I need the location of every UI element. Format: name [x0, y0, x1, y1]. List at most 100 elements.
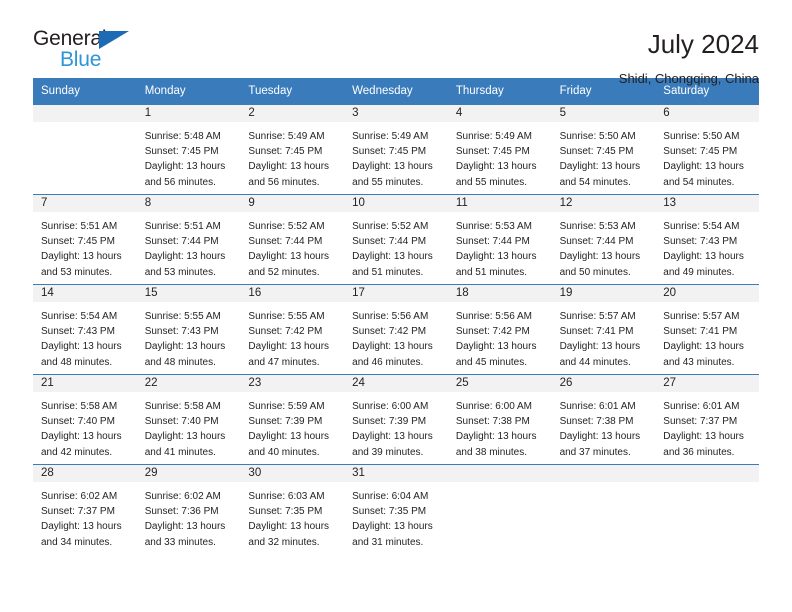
- day-cell[interactable]: 21 Sunrise: 5:58 AM Sunset: 7:40 PM Dayligh…: [33, 374, 137, 464]
- day-cell[interactable]: 14 Sunrise: 5:54 AM Sunset: 7:43 PM Dayligh…: [33, 284, 137, 374]
- daylight-duration-line1: Daylight: 13 hours: [248, 341, 330, 353]
- day-cell[interactable]: 5 Sunrise: 5:50 AM Sunset: 7:45 PM Daylight…: [551, 104, 656, 194]
- day-cell[interactable]: 17 Sunrise: 5:56 AM Sunset: 7:42 PM Dayligh…: [344, 284, 448, 374]
- day-number-band: 22: [136, 374, 241, 392]
- day-cell[interactable]: 4 Sunrise: 5:49 AM Sunset: 7:45 PM Daylight…: [447, 104, 552, 194]
- daylight-duration-line1: Daylight: 13 hours: [352, 521, 433, 533]
- sunrise-time: Sunrise: 5:50 AM: [559, 130, 636, 142]
- day-number-band: [33, 104, 137, 122]
- sunrise-time: Sunrise: 5:57 AM: [663, 310, 740, 322]
- day-cell[interactable]: 12 Sunrise: 5:53 AM Sunset: 7:44 PM Dayligh…: [551, 194, 656, 284]
- day-cell[interactable]: 10 Sunrise: 5:52 AM Sunset: 7:44 PM Dayligh…: [344, 194, 448, 284]
- daylight-duration-line2: and 45 minutes.: [455, 356, 528, 368]
- sunset-time: Sunset: 7:45 PM: [663, 146, 738, 158]
- daylight-duration-line1: Daylight: 13 hours: [559, 251, 641, 263]
- day-details: Sunrise: 5:58 AM Sunset: 7:40 PM Daylight:…: [33, 392, 137, 460]
- day-details: Sunrise: 5:53 AM Sunset: 7:44 PM Daylight:…: [552, 212, 656, 280]
- sunrise-time: Sunrise: 5:48 AM: [144, 130, 221, 142]
- day-number: 23: [248, 376, 262, 389]
- day-number: 12: [559, 196, 573, 209]
- day-cell[interactable]: 22 Sunrise: 5:58 AM Sunset: 7:40 PM Dayligh…: [136, 374, 241, 464]
- day-number-band: 8: [136, 194, 241, 212]
- sunset-time: Sunset: 7:42 PM: [352, 326, 427, 338]
- day-cell[interactable]: 31 Sunrise: 6:04 AM Sunset: 7:35 PM Dayligh…: [344, 464, 448, 554]
- day-details: Sunrise: 5:56 AM Sunset: 7:42 PM Daylight:…: [344, 302, 448, 370]
- day-number-band: [551, 464, 656, 482]
- calendar-week-row: 7 Sunrise: 5:51 AM Sunset: 7:45 PM Daylight…: [33, 193, 759, 284]
- day-details: Sunrise: 5:57 AM Sunset: 7:41 PM Daylight:…: [552, 302, 656, 370]
- sunset-time: Sunset: 7:44 PM: [559, 236, 634, 248]
- day-details: Sunrise: 5:59 AM Sunset: 7:39 PM Daylight:…: [240, 392, 344, 460]
- day-cell[interactable]: 26 Sunrise: 6:01 AM Sunset: 7:38 PM Dayligh…: [551, 374, 656, 464]
- sunrise-time: Sunrise: 5:52 AM: [248, 220, 325, 232]
- day-number: 7: [41, 196, 48, 209]
- day-details: Sunrise: 5:50 AM Sunset: 7:45 PM Daylight:…: [655, 122, 759, 190]
- day-cell[interactable]: 6 Sunrise: 5:50 AM Sunset: 7:45 PM Daylight…: [655, 104, 759, 194]
- sunset-time: Sunset: 7:40 PM: [144, 416, 219, 428]
- day-number: 15: [144, 286, 158, 299]
- day-cell[interactable]: 30 Sunrise: 6:03 AM Sunset: 7:35 PM Dayligh…: [240, 464, 345, 554]
- sunset-time: Sunset: 7:37 PM: [41, 506, 115, 518]
- day-cell-empty: [551, 464, 656, 554]
- sunset-time: Sunset: 7:45 PM: [248, 146, 323, 158]
- day-cell-empty: [655, 464, 759, 554]
- daylight-duration-line2: and 54 minutes.: [559, 176, 631, 188]
- daylight-duration-line2: and 48 minutes.: [41, 356, 113, 368]
- day-cell[interactable]: 13 Sunrise: 5:54 AM Sunset: 7:43 PM Dayligh…: [655, 194, 759, 284]
- sunset-time: Sunset: 7:45 PM: [144, 146, 219, 158]
- daylight-duration-line1: Daylight: 13 hours: [352, 161, 433, 173]
- day-number-band: 5: [551, 104, 656, 122]
- day-details: Sunrise: 5:51 AM Sunset: 7:44 PM Daylight:…: [137, 212, 241, 280]
- daylight-duration-line2: and 51 minutes.: [352, 266, 424, 278]
- sunrise-time: Sunrise: 6:02 AM: [41, 490, 118, 502]
- day-cell[interactable]: 16 Sunrise: 5:55 AM Sunset: 7:42 PM Dayligh…: [240, 284, 345, 374]
- day-number-band: 24: [344, 374, 448, 392]
- daylight-duration-line1: Daylight: 13 hours: [455, 251, 537, 263]
- day-number: 21: [41, 376, 54, 389]
- day-cell[interactable]: 27 Sunrise: 6:01 AM Sunset: 7:37 PM Dayligh…: [655, 374, 759, 464]
- day-cell[interactable]: 8 Sunrise: 5:51 AM Sunset: 7:44 PM Daylight…: [136, 194, 241, 284]
- day-cell[interactable]: 18 Sunrise: 5:56 AM Sunset: 7:42 PM Dayligh…: [447, 284, 552, 374]
- day-number: 22: [144, 376, 158, 389]
- day-details: Sunrise: 5:55 AM Sunset: 7:42 PM Daylight:…: [240, 302, 344, 370]
- day-cell[interactable]: 15 Sunrise: 5:55 AM Sunset: 7:43 PM Dayligh…: [136, 284, 241, 374]
- daylight-duration-line1: Daylight: 13 hours: [455, 161, 537, 173]
- weekday-header-row: Sunday Monday Tuesday Wednesday Thursday…: [33, 78, 759, 105]
- day-number: 14: [41, 286, 54, 299]
- daylight-duration-line2: and 33 minutes.: [144, 536, 216, 548]
- day-cell[interactable]: 20 Sunrise: 5:57 AM Sunset: 7:41 PM Dayligh…: [655, 284, 759, 374]
- sunrise-time: Sunrise: 6:00 AM: [455, 400, 532, 412]
- sunset-time: Sunset: 7:39 PM: [352, 416, 427, 428]
- day-cell[interactable]: 29 Sunrise: 6:02 AM Sunset: 7:36 PM Dayligh…: [136, 464, 241, 554]
- day-number: 24: [352, 376, 365, 389]
- day-number-band: 20: [655, 284, 759, 302]
- calendar-page: General Blue July 2024 Shidi, Chongqing,…: [0, 0, 792, 612]
- sunrise-time: Sunrise: 5:54 AM: [663, 220, 740, 232]
- day-cell[interactable]: 25 Sunrise: 6:00 AM Sunset: 7:38 PM Dayligh…: [447, 374, 552, 464]
- day-cell[interactable]: 3 Sunrise: 5:49 AM Sunset: 7:45 PM Daylight…: [344, 104, 448, 194]
- day-cell[interactable]: 2 Sunrise: 5:49 AM Sunset: 7:45 PM Daylight…: [240, 104, 345, 194]
- day-cell[interactable]: 28 Sunrise: 6:02 AM Sunset: 7:37 PM Dayligh…: [33, 464, 137, 554]
- daylight-duration-line2: and 56 minutes.: [248, 176, 320, 188]
- daylight-duration-line1: Daylight: 13 hours: [559, 341, 641, 353]
- daylight-duration-line1: Daylight: 13 hours: [248, 251, 330, 263]
- day-number-band: 15: [136, 284, 241, 302]
- daylight-duration-line2: and 47 minutes.: [248, 356, 320, 368]
- daylight-duration-line1: Daylight: 13 hours: [41, 521, 122, 533]
- day-cell[interactable]: 1 Sunrise: 5:48 AM Sunset: 7:45 PM Daylight…: [136, 104, 241, 194]
- sunset-time: Sunset: 7:45 PM: [41, 236, 115, 248]
- daylight-duration-line1: Daylight: 13 hours: [559, 161, 641, 173]
- day-cell[interactable]: 11 Sunrise: 5:53 AM Sunset: 7:44 PM Dayligh…: [447, 194, 552, 284]
- day-number: 2: [248, 106, 255, 119]
- day-cell[interactable]: 23 Sunrise: 5:59 AM Sunset: 7:39 PM Dayligh…: [240, 374, 345, 464]
- day-cell[interactable]: 7 Sunrise: 5:51 AM Sunset: 7:45 PM Daylight…: [33, 194, 137, 284]
- sunset-time: Sunset: 7:36 PM: [144, 506, 219, 518]
- sunrise-time: Sunrise: 5:50 AM: [663, 130, 740, 142]
- day-number-band: [655, 464, 759, 482]
- day-cell[interactable]: 19 Sunrise: 5:57 AM Sunset: 7:41 PM Dayligh…: [551, 284, 656, 374]
- day-cell[interactable]: 24 Sunrise: 6:00 AM Sunset: 7:39 PM Dayligh…: [344, 374, 448, 464]
- day-details: Sunrise: 5:55 AM Sunset: 7:43 PM Daylight:…: [137, 302, 241, 370]
- day-cell[interactable]: 9 Sunrise: 5:52 AM Sunset: 7:44 PM Daylight…: [240, 194, 345, 284]
- day-number: 30: [248, 466, 262, 479]
- sunset-time: Sunset: 7:38 PM: [455, 416, 530, 428]
